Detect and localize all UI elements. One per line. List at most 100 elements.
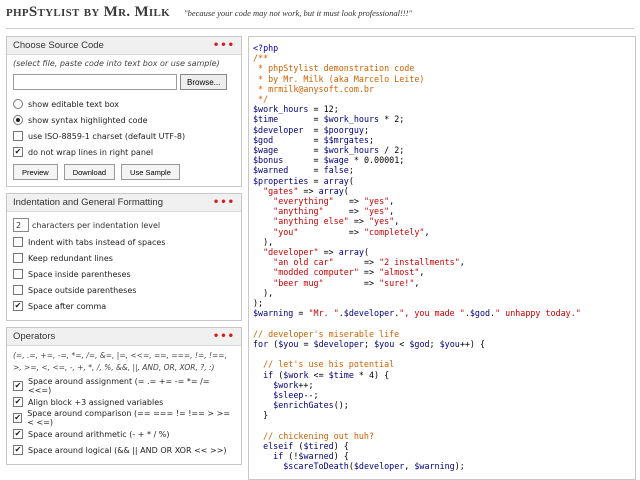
code-token: --; [303,389,319,400]
code-token: ( [348,175,354,186]
code-token: = [303,124,324,135]
checkbox[interactable]: ✔ [13,413,23,423]
preview-button[interactable]: Preview [13,164,58,180]
option-space-around-assignment[interactable]: ✔ Space around assignment (= .= += -= *= … [13,377,235,395]
option-label: Space outside parentheses [28,285,137,295]
option-label: Space around comparison (== === != !== >… [27,409,231,427]
code-line: "you" => "completely", [253,227,631,237]
file-path-input[interactable] [13,74,177,90]
code-token: "modded computer" [273,267,359,278]
code-token: => [323,277,380,288]
code-token: array [318,185,344,196]
option-show-syntax-highlighted-code[interactable]: show syntax highlighted code [13,112,235,128]
operators-panel-title: Operators [13,331,56,342]
radio-button[interactable] [13,99,23,109]
option-label: Space around assignment (= .= += -= *= /… [27,377,210,395]
app-tagline: "because your code may not work, but it … [184,8,413,18]
code-token: "almost" [379,267,420,278]
code-line: $wage = $work_hours / 2; [253,145,631,155]
code-token: "everything" [273,196,334,207]
option-show-editable-text-box[interactable]: show editable text box [13,96,235,112]
code-line: $work++; [253,380,631,390]
option-keep-redundant-lines[interactable]: Keep redundant lines [13,250,235,266]
code-token: ) { [333,440,349,451]
header-divider [6,28,634,29]
code-token: $developer [313,338,364,349]
checkbox[interactable]: ✔ [13,147,23,157]
panel-menu-icon[interactable]: ••• [213,197,235,208]
code-line: "anything" => "yes", [253,206,631,216]
code-token: $time [253,114,279,125]
code-token: $work_hours [253,104,309,115]
code-token: $developer [353,461,405,472]
panel-menu-icon[interactable]: ••• [213,331,235,342]
indent-size-label: characters per indentation level [32,220,161,230]
checkbox[interactable]: ✔ [13,429,23,439]
download-button[interactable]: Download [63,164,116,180]
code-token: $developer [253,124,304,135]
browse-button[interactable]: Browse... [180,74,228,90]
code-line: ), [253,237,631,247]
option-label: Space around arithmetic (- + * / %) [28,429,170,439]
code-token: ( [273,369,284,380]
option-do-not-wrap-lines-in-right-panel[interactable]: ✔ do not wrap lines in right panel [13,144,235,160]
code-token: $warned [253,165,289,176]
code-token: (! [283,451,299,462]
option-space-around-comparison[interactable]: ✔ Space around comparison (== === != !== … [13,409,235,427]
code-preview-panel[interactable]: <?php/** * phpStylist demonstration code… [248,36,636,480]
code-token: => [323,206,364,217]
option-label: Align block +3 assigned variables [28,397,164,407]
code-token: => [333,196,364,207]
checkbox[interactable] [13,237,23,247]
app-header: phpStylist by Mr. Milk "because your cod… [6,4,412,26]
indent-panel-header: Indentation and General Formatting ••• [7,194,241,212]
code-line: * mrmilk@anysoft.com.br [253,84,631,94]
checkbox[interactable] [13,253,23,263]
code-token: array [323,175,349,186]
code-token: if [263,369,274,380]
code-line: $time = $work_hours * 2; [253,114,631,124]
option-space-inside-parentheses[interactable]: Space inside parentheses [13,266,235,282]
checkbox[interactable]: ✔ [13,301,23,311]
option-space-around-logical-and-or-xor[interactable]: ✔ Space around logical (&& || AND OR XOR … [13,442,235,458]
option-space-after-comma[interactable]: ✔ Space after comma [13,298,235,314]
checkbox[interactable] [13,131,23,141]
code-line: $bonus = $wage * 0.00001; [253,155,631,165]
code-line: "beer mug" => "sure!", [253,278,631,288]
checkbox[interactable] [13,269,23,279]
code-token: $work [283,369,309,380]
code-token: * 0.00001; [348,155,405,166]
option-space-outside-parentheses[interactable]: Space outside parentheses [13,282,235,298]
code-line: "modded computer" => "almost", [253,267,631,277]
code-token: ( [343,185,349,196]
checkbox[interactable]: ✔ [13,445,23,455]
code-line: $scareToDeath($developer, $warning); [253,461,631,471]
option-use-iso-8859-1-charset-default-utf-8[interactable]: use ISO-8859-1 charset (default UTF-8) [13,128,235,144]
checkbox[interactable]: ✔ [13,381,23,391]
indent-size-input[interactable]: 2 [13,218,29,232]
checkbox[interactable]: ✔ [13,397,23,407]
option-label: Space after comma [28,301,107,311]
radio-button[interactable] [13,115,23,125]
option-align-block-3-assigned-variables[interactable]: ✔ Align block +3 assigned variables [13,394,235,410]
panel-menu-icon[interactable]: ••• [213,40,235,51]
checkbox[interactable] [13,285,23,295]
option-indent-with-tabs-instead-of-spaces[interactable]: Indent with tabs instead of spaces [13,234,235,250]
code-token: ; [363,124,369,135]
code-line: "gates" => array( [253,186,631,196]
code-token: ++; [298,379,314,390]
code-line: if (!$warned) { [253,451,631,461]
code-token: } [253,410,269,421]
use-sample-button[interactable]: Use Sample [121,164,180,180]
code-token: ); [454,461,465,472]
code-token: $you [278,338,299,349]
option-space-around-arithmetic[interactable]: ✔ Space around arithmetic (- + * / %) [13,426,235,442]
code-token: "yes" [363,196,390,207]
code-token: elseif [263,440,294,451]
